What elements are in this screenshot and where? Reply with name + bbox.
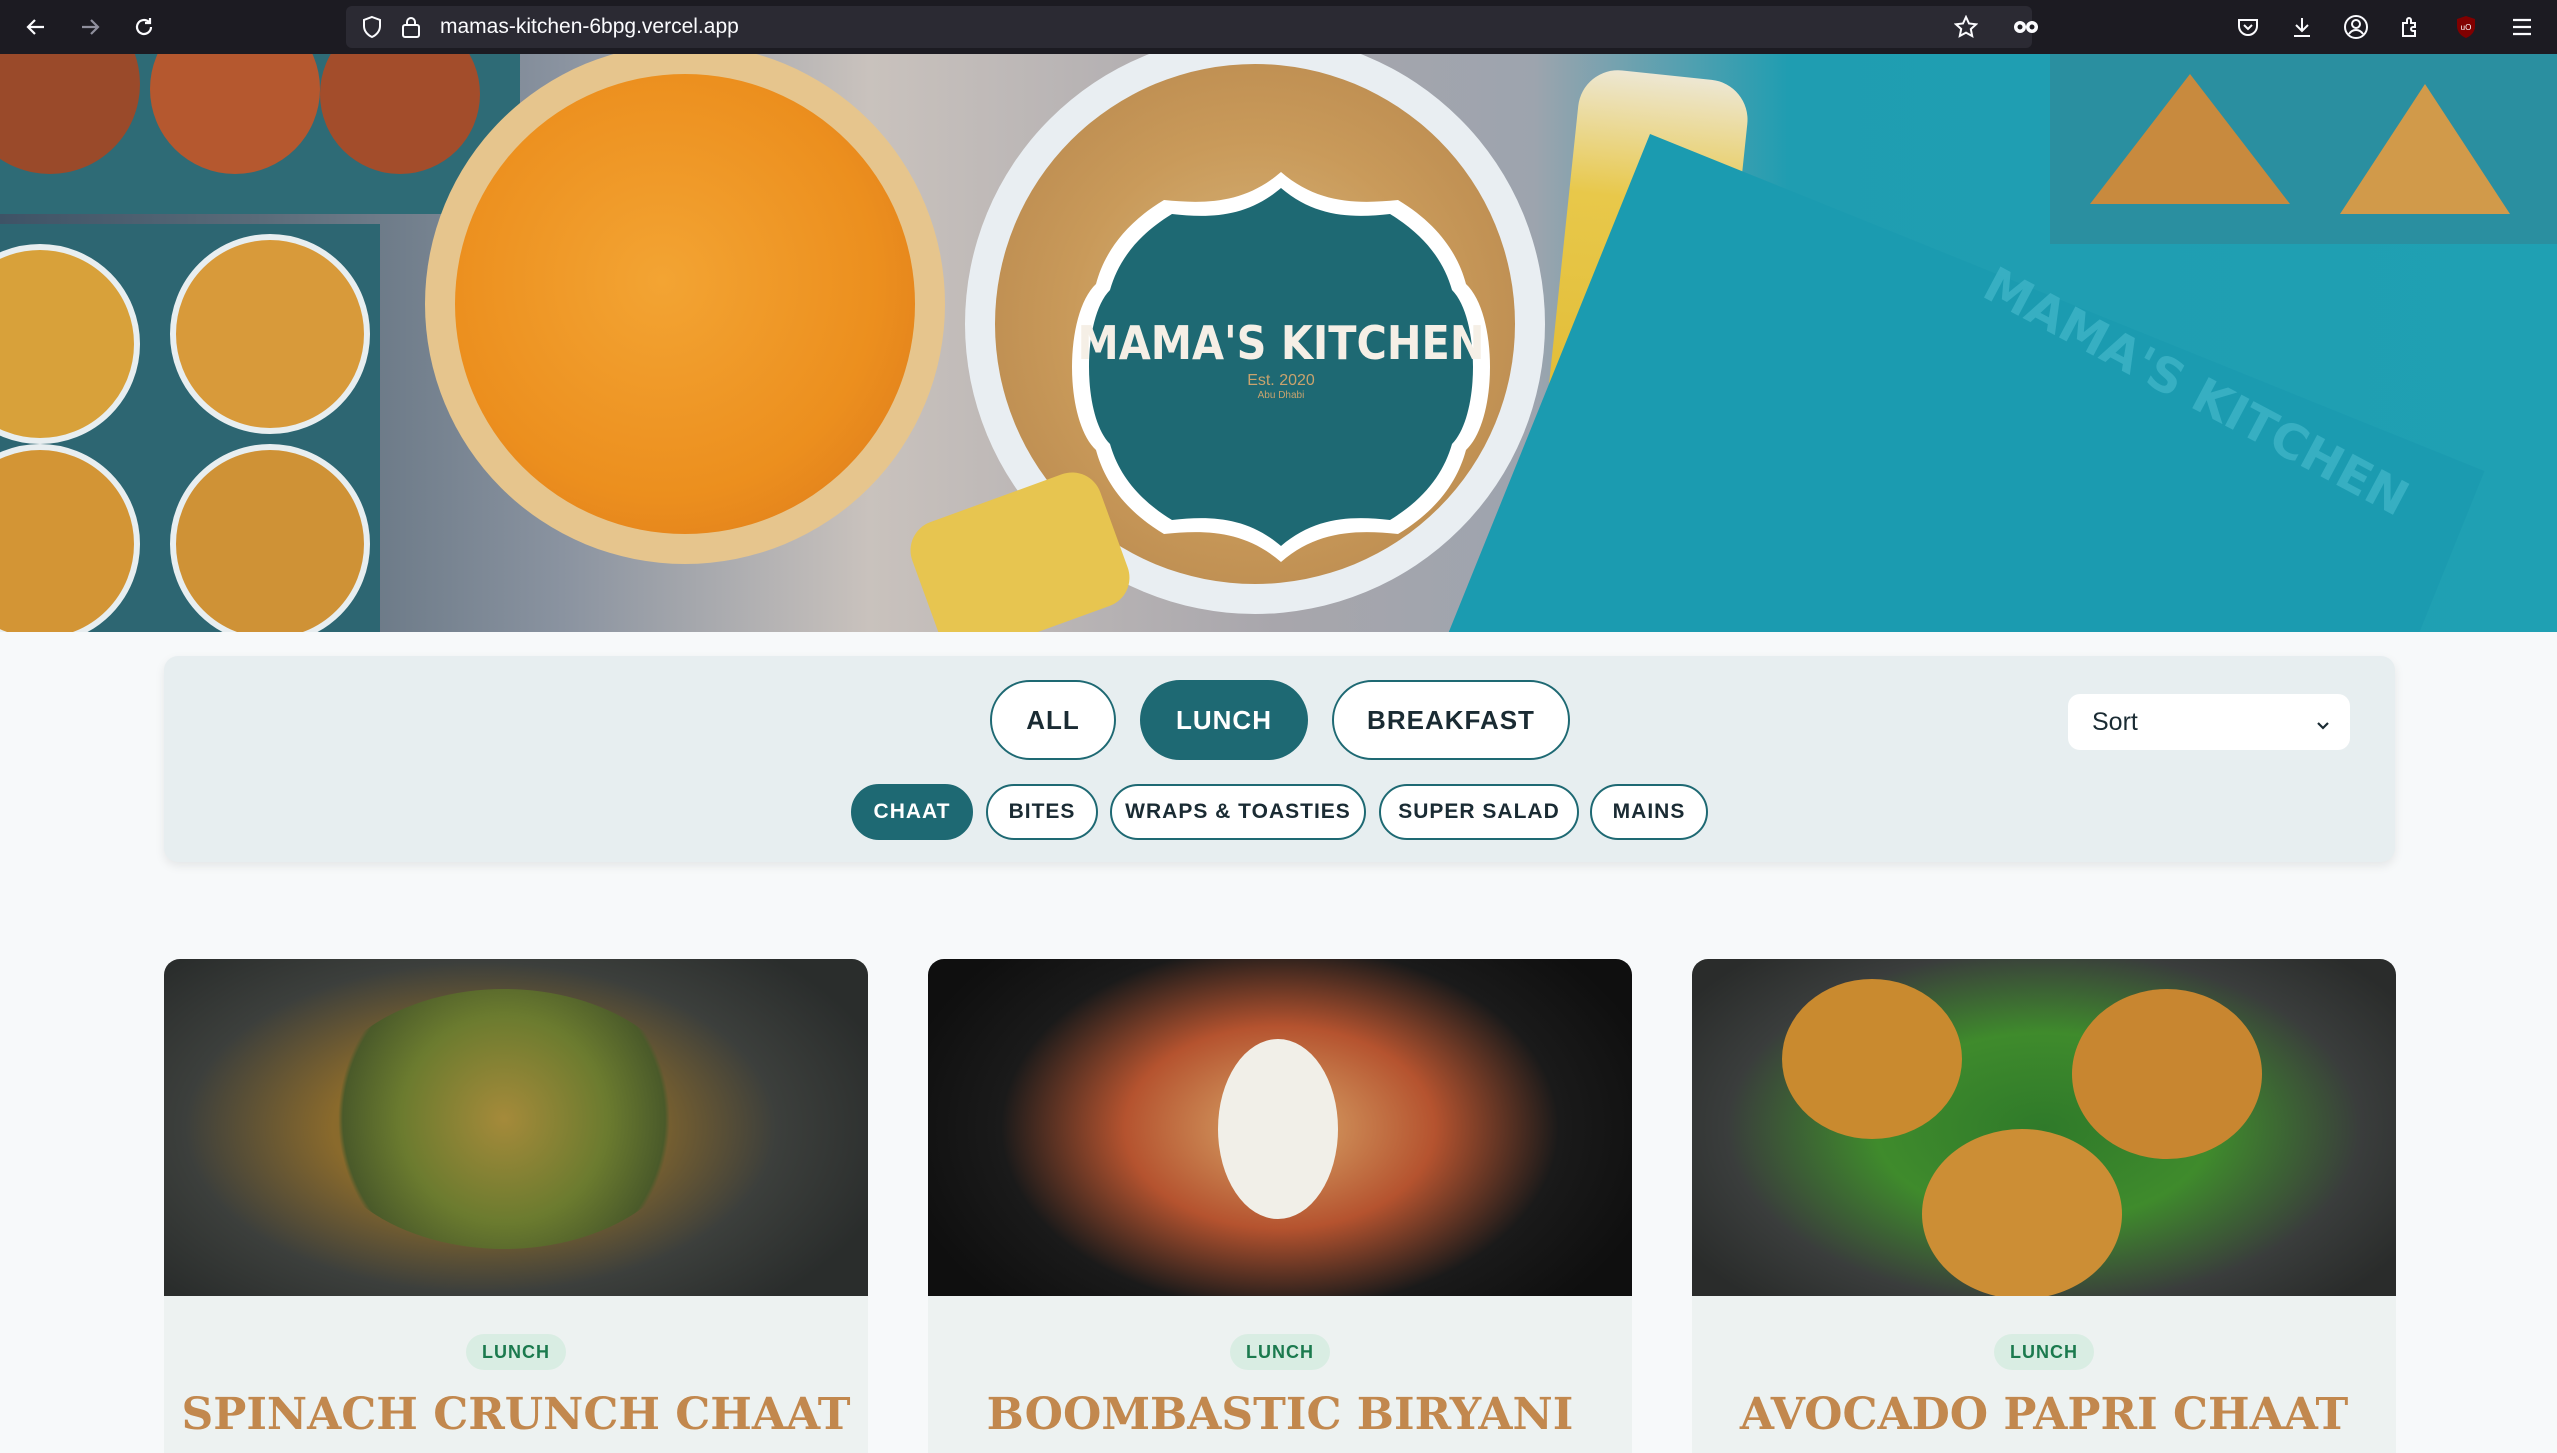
card-image [1692, 959, 2396, 1296]
menu-card[interactable]: LUNCH AVOCADO PAPRI CHAAT [1692, 959, 2396, 1453]
hero-curry-bowl [425, 54, 945, 564]
mask-icon[interactable] [2008, 9, 2044, 45]
card-title: AVOCADO PAPRI CHAAT [1739, 1389, 2349, 1440]
chevron-down-icon [2314, 712, 2332, 741]
reload-icon[interactable] [126, 9, 162, 45]
svg-text:uO: uO [2461, 23, 2472, 32]
filter-panel: ALL LUNCH BREAKFAST CHAAT BITES WRAPS & … [164, 656, 2395, 862]
account-icon[interactable] [2338, 9, 2374, 45]
logo-title: MAMA'S KITCHEN [1077, 316, 1485, 370]
filter-lunch[interactable]: LUNCH [1140, 680, 1308, 760]
subfilter-mains[interactable]: MAINS [1590, 784, 1708, 840]
star-icon[interactable] [1953, 14, 1979, 44]
card-title: SPINACH CRUNCH CHAAT [181, 1389, 851, 1440]
menu-card[interactable]: LUNCH SPINACH CRUNCH CHAAT [164, 959, 868, 1453]
extensions-icon[interactable] [2392, 9, 2428, 45]
subfilter-chaat[interactable]: CHAAT [851, 784, 973, 840]
url-text[interactable]: mamas-kitchen-6bpg.vercel.app [440, 6, 739, 48]
subfilter-super-salad[interactable]: SUPER SALAD [1379, 784, 1579, 840]
forward-icon[interactable] [72, 9, 108, 45]
pocket-icon[interactable] [2230, 9, 2266, 45]
menu-card[interactable]: LUNCH BOOMBASTIC BIRYANI [928, 959, 1632, 1453]
card-badge: LUNCH [466, 1334, 566, 1370]
back-icon[interactable] [18, 9, 54, 45]
hero-banner: MAMA'S KITCHEN Est. 2020 Abu Dhabi MAMA'… [0, 54, 2557, 632]
card-image [164, 959, 868, 1296]
card-title: BOOMBASTIC BIRYANI [986, 1389, 1574, 1440]
download-icon[interactable] [2284, 9, 2320, 45]
filter-breakfast[interactable]: BREAKFAST [1332, 680, 1570, 760]
filter-all[interactable]: ALL [990, 680, 1116, 760]
lock-icon[interactable] [400, 15, 422, 44]
subfilter-wraps-toasties[interactable]: WRAPS & TOASTIES [1110, 784, 1366, 840]
menu-icon[interactable] [2504, 9, 2540, 45]
card-badge: LUNCH [1994, 1334, 2094, 1370]
subfilter-bites[interactable]: BITES [986, 784, 1098, 840]
ublock-icon[interactable]: uO [2448, 9, 2484, 45]
logo-est: Est. 2020 [1247, 372, 1315, 389]
card-badge: LUNCH [1230, 1334, 1330, 1370]
logo-city: Abu Dhabi [1257, 390, 1305, 401]
sort-label: Sort [2092, 707, 2138, 736]
sort-select[interactable]: Sort [2068, 694, 2350, 750]
browser-toolbar: mamas-kitchen-6bpg.vercel.app uO [0, 0, 2557, 54]
card-image [928, 959, 1632, 1296]
shield-icon[interactable] [360, 15, 384, 44]
address-bar[interactable]: mamas-kitchen-6bpg.vercel.app [346, 6, 2032, 48]
